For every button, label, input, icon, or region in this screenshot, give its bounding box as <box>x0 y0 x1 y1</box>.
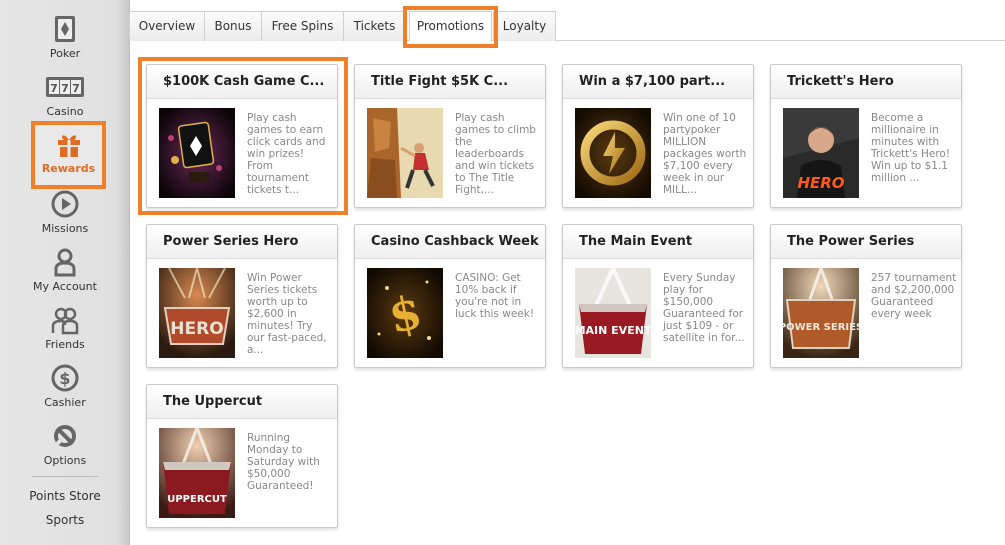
svg-text:$: $ <box>59 369 70 388</box>
promo-card-description: Every Sunday play for $150,000 Guarantee… <box>663 272 745 344</box>
sidebar-item-label: My Account <box>33 280 97 293</box>
promo-card-title-fight[interactable]: Title Fight $5K C... Play cash games to … <box>354 64 546 208</box>
tab-loyalty[interactable]: Loyalty <box>493 11 556 41</box>
promo-card-image <box>159 108 235 198</box>
promo-card-image: $ <box>367 268 443 358</box>
sidebar: Poker 7 7 7 Casino Rewards Missions My A… <box>0 0 130 545</box>
sidebar-item-label: Poker <box>49 47 81 60</box>
user-icon <box>54 248 76 277</box>
promo-card-win-7100[interactable]: Win a $7,100 part... Win one of 10 party… <box>562 64 754 208</box>
friends-icon <box>51 307 79 335</box>
promo-card-main-event[interactable]: The Main Event MAIN EVENT Every Sunday p… <box>562 224 754 368</box>
promo-card-title: Trickett's Hero <box>771 65 961 99</box>
tab-bonus[interactable]: Bonus <box>204 11 262 41</box>
sidebar-item-label: Casino <box>46 105 84 118</box>
promo-card-title: Title Fight $5K C... <box>355 65 545 99</box>
sidebar-item-casino[interactable]: 7 7 7 Casino <box>0 72 130 118</box>
poker-card-icon <box>55 16 75 42</box>
sidebar-item-label: Cashier <box>44 396 86 409</box>
play-circle-icon <box>51 190 79 218</box>
promo-card-title: The Uppercut <box>147 385 337 419</box>
sidebar-item-label: Options <box>43 454 87 467</box>
promo-card-100k-cash-game[interactable]: $100K Cash Game C... Play cash games to … <box>146 64 338 208</box>
sidebar-item-missions[interactable]: Missions <box>0 189 130 235</box>
promo-card-description: Win Power Series tickets worth up to $2,… <box>247 272 327 356</box>
promo-card-uppercut[interactable]: The Uppercut UPPERCUT Running Monday to … <box>146 384 338 528</box>
uppercut-logo-text: UPPERCUT <box>167 494 227 505</box>
promo-card-tricketts-hero[interactable]: Trickett's Hero HERO Become a millionair… <box>770 64 962 208</box>
points-store-link[interactable]: Points Store <box>0 489 130 503</box>
promo-card-title: $100K Cash Game C... <box>147 65 337 99</box>
promo-card-description: Play cash games to earn click cards and … <box>247 112 326 196</box>
sidebar-item-rewards[interactable]: Rewards <box>31 121 106 189</box>
tab-promotions[interactable]: Promotions <box>409 11 492 41</box>
promo-card-image: HERO <box>159 268 235 358</box>
sidebar-item-cashier[interactable]: $ Cashier <box>0 363 130 409</box>
sidebar-item-my-account[interactable]: My Account <box>0 247 130 293</box>
promo-card-power-series-hero[interactable]: Power Series Hero HERO Win Power Series … <box>146 224 338 368</box>
promo-card-image <box>575 108 651 198</box>
sidebar-item-label: Missions <box>41 222 89 235</box>
promo-card-image: MAIN EVENT <box>575 268 651 358</box>
promo-card-image: UPPERCUT <box>159 428 235 518</box>
promo-card-title: The Power Series <box>771 225 961 259</box>
promo-card-description: Play cash games to climb the leaderboard… <box>455 112 536 196</box>
promo-card-description: Running Monday to Saturday with $50,000 … <box>247 432 320 492</box>
sidebar-divider <box>32 476 98 477</box>
sports-link[interactable]: Sports <box>0 513 130 527</box>
slot-777-icon: 7 7 7 <box>46 77 84 97</box>
rewards-content: Rewards <box>31 129 106 175</box>
power-hero-logo-text: HERO <box>170 319 223 339</box>
tab-free-spins[interactable]: Free Spins <box>261 11 344 41</box>
promo-card-power-series[interactable]: The Power Series POWER SERIES 257 tourna… <box>770 224 962 368</box>
power-series-logo-text: POWER SERIES <box>783 322 859 333</box>
promo-card-title: Power Series Hero <box>147 225 337 259</box>
tab-tickets[interactable]: Tickets <box>343 11 406 41</box>
promo-card-image <box>367 108 443 198</box>
svg-text:7: 7 <box>61 82 69 95</box>
sidebar-item-friends[interactable]: Friends <box>0 305 130 351</box>
promo-card-description: Win one of 10 partypoker MILLION package… <box>663 112 747 196</box>
hero-logo-text: HERO <box>797 174 844 192</box>
promo-card-title: The Main Event <box>563 225 753 259</box>
promo-card-title: Casino Cashback Week <box>355 225 545 259</box>
sidebar-item-options[interactable]: Options <box>0 421 130 467</box>
sidebar-item-label: Rewards <box>41 162 96 175</box>
dollar-icon: $ <box>51 364 79 392</box>
promo-card-description: CASINO: Get 10% back if you're not in lu… <box>455 272 535 320</box>
svg-text:7: 7 <box>50 82 58 95</box>
sidebar-item-label: Friends <box>45 338 85 351</box>
svg-text:7: 7 <box>72 82 80 95</box>
sidebar-item-poker[interactable]: Poker <box>0 14 130 60</box>
promo-card-description: Become a millionaire in minutes with Tri… <box>871 112 951 184</box>
promo-card-image: HERO <box>783 108 859 198</box>
promo-card-image: POWER SERIES <box>783 268 859 358</box>
promo-card-description: 257 tournament and $2,200,000 Guaranteed… <box>871 272 957 320</box>
main-event-logo-text: MAIN EVENT <box>575 324 651 337</box>
wrench-icon <box>54 425 76 447</box>
promo-card-title: Win a $7,100 part... <box>563 65 753 99</box>
promo-card-casino-cashback[interactable]: Casino Cashback Week $ CASINO: Get 10% b… <box>354 224 546 368</box>
gift-icon <box>57 135 80 157</box>
tab-overview[interactable]: Overview <box>129 11 205 41</box>
